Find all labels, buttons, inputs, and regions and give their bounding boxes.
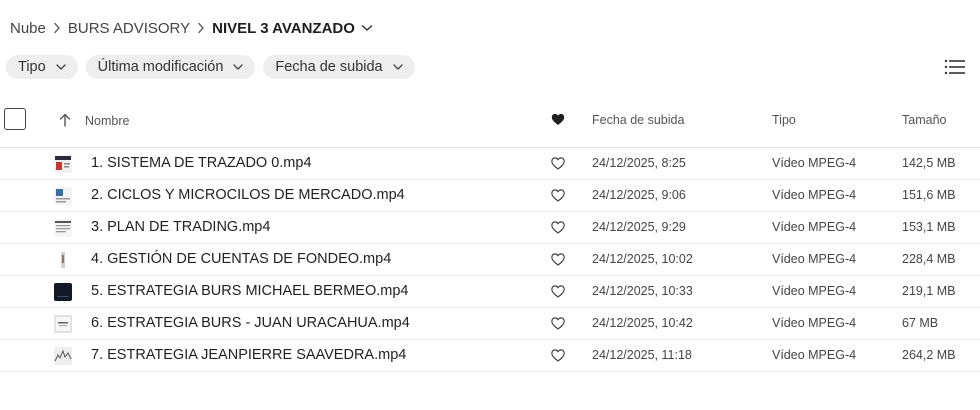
filter-type-label: Tipo [18,59,46,75]
column-header-name[interactable]: Nombre [85,114,129,128]
chevron-right-icon [190,22,212,34]
filter-type[interactable]: Tipo [6,55,78,79]
chevron-right-icon [46,22,68,34]
breadcrumb-parent[interactable]: BURS ADVISORY [68,20,190,37]
table-row[interactable]: 4. GESTIÓN DE CUENTAS DE FONDEO.mp4 24/1… [0,244,980,276]
breadcrumb: Nube BURS ADVISORY NIVEL 3 AVANZADO [10,17,373,39]
file-date: 24/12/2025, 10:02 [592,252,693,266]
chevron-down-icon[interactable] [361,24,373,32]
table-row[interactable]: 2. CICLOS Y MICROCILOS DE MERCADO.mp4 24… [0,180,980,212]
chevron-down-icon [392,64,403,70]
heart-filled-icon[interactable] [551,113,565,129]
filter-last-modified[interactable]: Última modificación [85,55,256,79]
file-date: 24/12/2025, 10:33 [592,284,693,298]
file-type: Vídeo MPEG-4 [772,252,857,266]
filter-upload-date-label: Fecha de subida [275,59,383,75]
file-type: Vídeo MPEG-4 [772,316,857,330]
video-thumbnail [54,315,72,333]
filter-upload-date[interactable]: Fecha de subida [263,55,415,79]
file-name: 2. CICLOS Y MICROCILOS DE MERCADO.mp4 [91,187,405,203]
heart-outline-icon[interactable] [551,253,565,271]
file-type: Vídeo MPEG-4 [772,220,857,234]
file-size: 264,2 MB [902,348,956,362]
select-all-checkbox[interactable] [4,108,26,130]
video-thumbnail [54,187,72,205]
filter-last-modified-label: Última modificación [97,59,224,75]
file-date: 24/12/2025, 10:42 [592,316,693,330]
video-thumbnail [54,219,72,237]
video-thumbnail [54,347,72,365]
file-size: 151,6 MB [902,188,956,202]
file-date: 24/12/2025, 8:25 [592,156,686,170]
file-name: 5. ESTRATEGIA BURS MICHAEL BERMEO.mp4 [91,283,409,299]
file-type: Vídeo MPEG-4 [772,348,857,362]
video-thumbnail [54,251,72,269]
heart-outline-icon[interactable] [551,157,565,175]
table-row[interactable]: 3. PLAN DE TRADING.mp4 24/12/2025, 9:29 … [0,212,980,244]
column-header-type[interactable]: Tipo [772,113,796,127]
heart-outline-icon[interactable] [551,189,565,207]
video-thumbnail [54,283,72,301]
table-row[interactable]: 7. ESTRATEGIA JEANPIERRE SAAVEDRA.mp4 24… [0,340,980,372]
file-date: 24/12/2025, 9:29 [592,220,686,234]
video-thumbnail [54,155,72,173]
file-date: 24/12/2025, 11:18 [592,348,692,362]
column-header-date[interactable]: Fecha de subida [592,113,684,127]
file-name: 6. ESTRATEGIA BURS - JUAN URACAHUA.mp4 [91,315,410,331]
list-view-icon[interactable] [942,56,968,78]
file-size: 142,5 MB [902,156,956,170]
column-header-size[interactable]: Tamaño [902,113,946,127]
table-row[interactable]: 6. ESTRATEGIA BURS - JUAN URACAHUA.mp4 2… [0,308,980,340]
file-name: 7. ESTRATEGIA JEANPIERRE SAAVEDRA.mp4 [91,347,407,363]
heart-outline-icon[interactable] [551,285,565,303]
file-list: 1. SISTEMA DE TRAZADO 0.mp4 24/12/2025, … [0,148,980,372]
table-header: Nombre Fecha de subida Tipo Tamaño [0,104,980,148]
breadcrumb-current[interactable]: NIVEL 3 AVANZADO [212,20,355,37]
chevron-down-icon [233,64,244,70]
file-size: 228,4 MB [902,252,956,266]
file-type: Vídeo MPEG-4 [772,284,857,298]
file-size: 153,1 MB [902,220,956,234]
file-size: 219,1 MB [902,284,956,298]
file-type: Vídeo MPEG-4 [772,188,857,202]
arrow-up-icon[interactable] [59,113,71,130]
file-name: 1. SISTEMA DE TRAZADO 0.mp4 [91,155,312,171]
heart-outline-icon[interactable] [551,317,565,335]
filter-bar: Tipo Última modificación Fecha de subida [6,55,415,79]
file-name: 4. GESTIÓN DE CUENTAS DE FONDEO.mp4 [91,251,392,267]
chevron-down-icon [56,64,66,70]
heart-outline-icon[interactable] [551,221,565,239]
breadcrumb-root[interactable]: Nube [10,20,46,37]
table-row[interactable]: 5. ESTRATEGIA BURS MICHAEL BERMEO.mp4 24… [0,276,980,308]
table-row[interactable]: 1. SISTEMA DE TRAZADO 0.mp4 24/12/2025, … [0,148,980,180]
file-date: 24/12/2025, 9:06 [592,188,686,202]
file-type: Vídeo MPEG-4 [772,156,857,170]
file-name: 3. PLAN DE TRADING.mp4 [91,219,271,235]
file-size: 67 MB [902,316,939,330]
heart-outline-icon[interactable] [551,349,565,367]
